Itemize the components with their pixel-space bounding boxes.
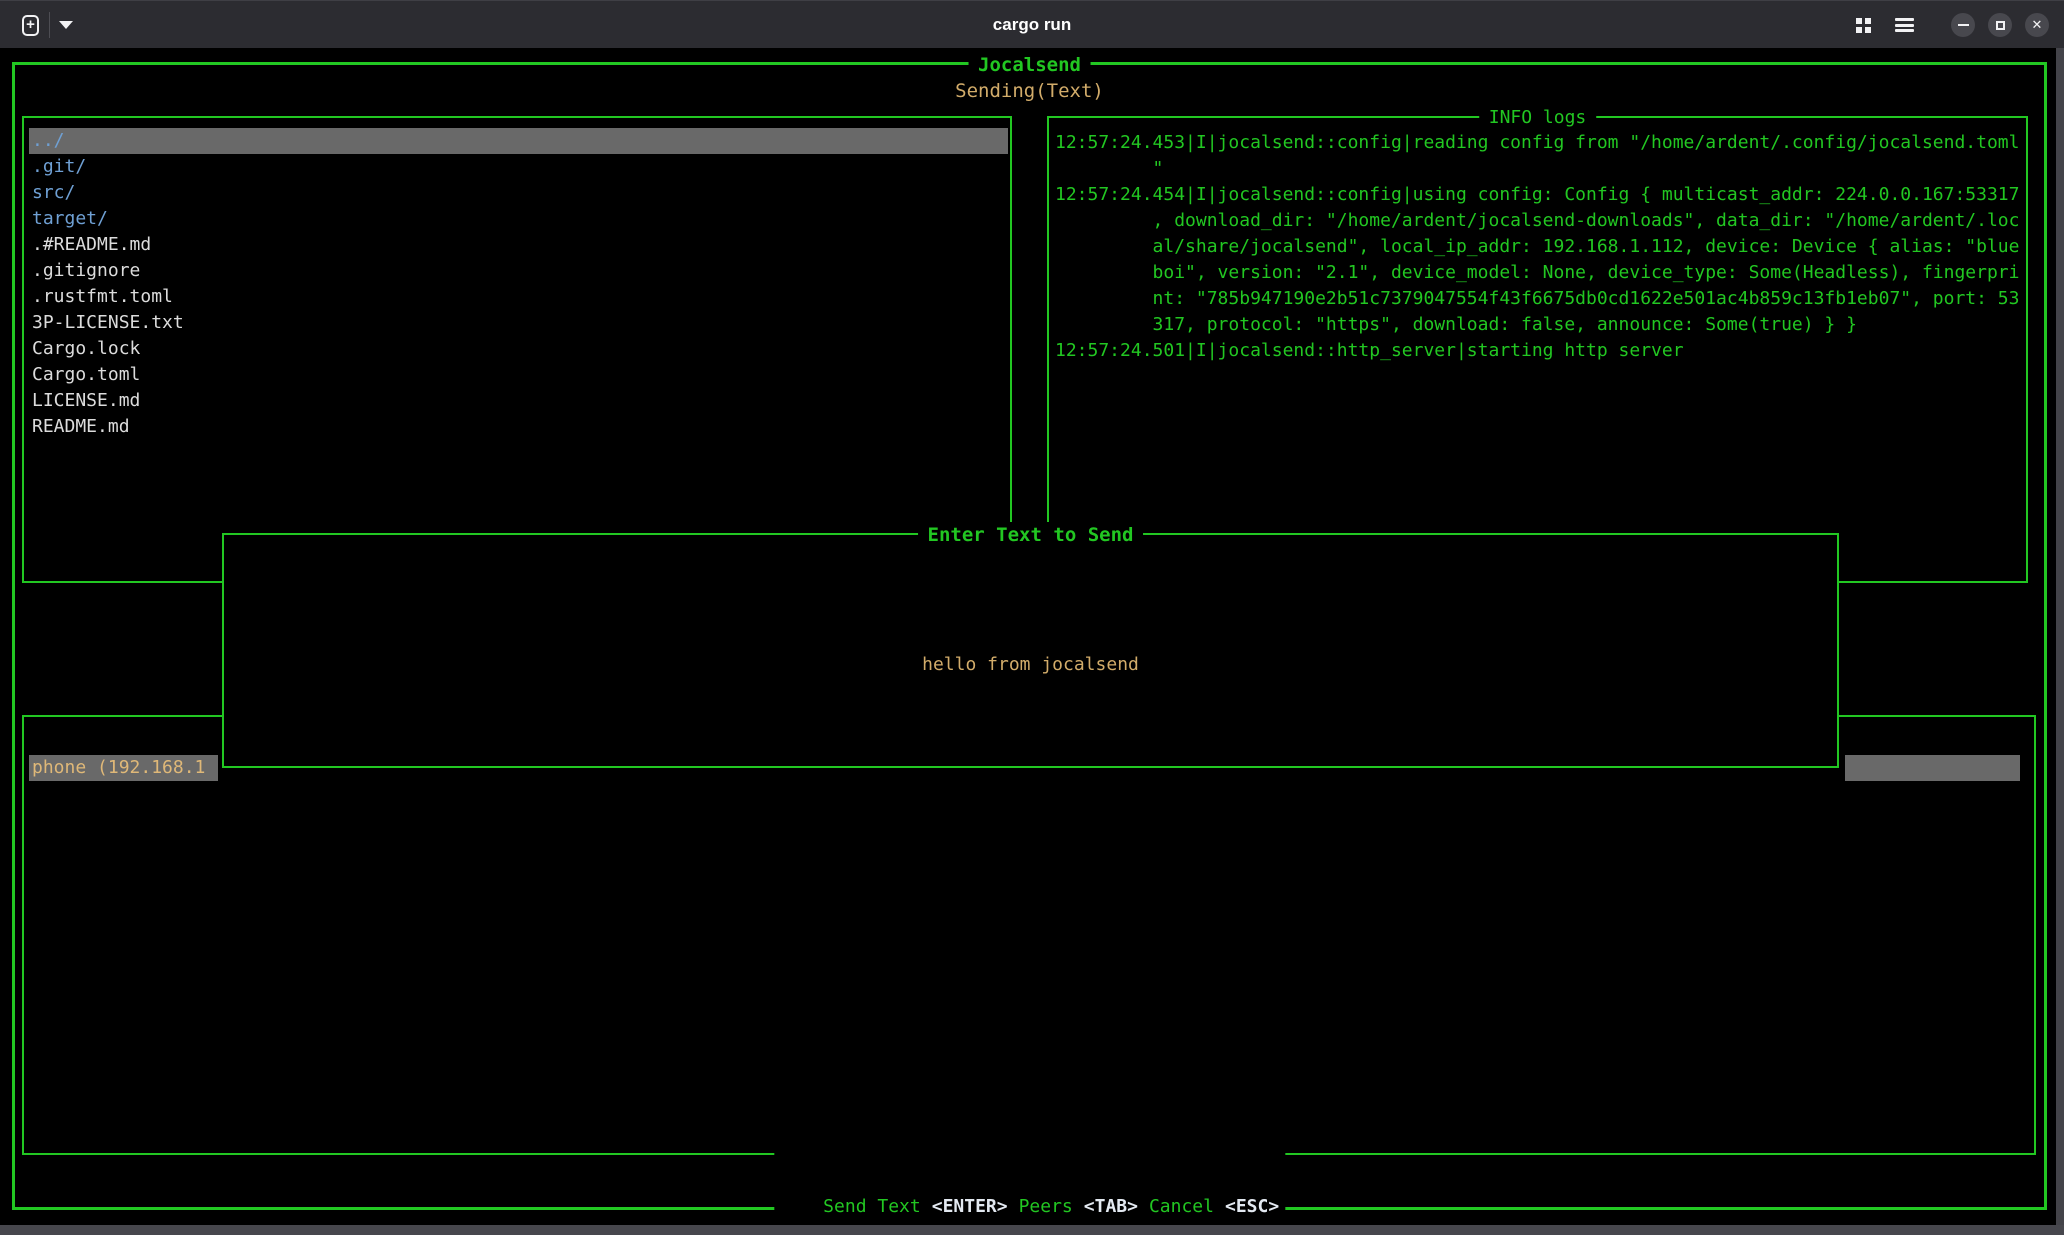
peers-panel: phone (192.168.1	[22, 715, 2036, 1155]
file-row[interactable]: .gitignore	[29, 258, 1008, 284]
titlebar: + cargo run ✕	[0, 0, 2064, 48]
log-line: 12:57:24.454|I|jocalsend::config|using c…	[1055, 182, 2024, 208]
file-row[interactable]: 3P-LICENSE.txt	[29, 310, 1008, 336]
log-line: , download_dir: "/home/ardent/jocalsend-…	[1055, 208, 2024, 234]
minimize-button[interactable]	[1951, 13, 1975, 37]
tiling-grid-icon[interactable]	[1856, 18, 1871, 33]
peer-row[interactable]: phone (192.168.1	[29, 755, 218, 781]
file-row[interactable]: Cargo.toml	[29, 362, 1008, 388]
info-logs-title: INFO logs	[1479, 105, 1597, 131]
window-controls: ✕	[1856, 1, 2049, 49]
log-lines: 12:57:24.453|I|jocalsend::config|reading…	[1055, 130, 2024, 364]
maximize-button[interactable]	[1988, 13, 2012, 37]
log-line: 317, protocol: "https", download: false,…	[1055, 312, 2024, 338]
app-status: Sending(Text)	[15, 78, 2044, 104]
log-line: nt: "785b947190e2b51c7379047554f43f6675d…	[1055, 286, 2024, 312]
text-input-modal[interactable]: Enter Text to Send hello from jocalsend	[222, 533, 1839, 768]
file-row[interactable]: .rustfmt.toml	[29, 284, 1008, 310]
file-row[interactable]: README.md	[29, 414, 1008, 440]
keybind-hint: Peers<TAB>	[1019, 1196, 1149, 1217]
file-row[interactable]: Cargo.lock	[29, 336, 1008, 362]
window-edge-bottom	[0, 1225, 2064, 1235]
terminal-window: + cargo run ✕ Jocalsend Sending(Text)	[0, 0, 2064, 1235]
window-title: cargo run	[0, 1, 2064, 49]
info-logs-panel: INFO logs 12:57:24.453|I|jocalsend::conf…	[1047, 116, 2028, 583]
keybind-hint: Cancel<ESC>	[1149, 1196, 1279, 1217]
log-line: 12:57:24.501|I|jocalsend::http_server|st…	[1055, 338, 2024, 364]
app-title: Jocalsend	[968, 52, 1091, 78]
log-line: al/share/jocalsend", local_ip_addr: 192.…	[1055, 234, 2024, 260]
log-line: "	[1055, 156, 2024, 182]
log-line: 12:57:24.453|I|jocalsend::config|reading…	[1055, 130, 2024, 156]
text-input-value[interactable]: hello from jocalsend	[224, 652, 1837, 678]
maximize-icon	[1996, 21, 2005, 30]
file-row[interactable]: target/	[29, 206, 1008, 232]
hamburger-menu-icon[interactable]	[1895, 18, 1914, 32]
file-row[interactable]: .#README.md	[29, 232, 1008, 258]
minimize-icon	[1958, 24, 1969, 26]
file-row[interactable]: LICENSE.md	[29, 388, 1008, 414]
close-icon: ✕	[2032, 19, 2043, 32]
window-edge-right	[2056, 48, 2064, 1235]
modal-title: Enter Text to Send	[918, 522, 1144, 548]
keybind-bar: Send Text<ENTER>Peers<TAB>Cancel<ESC>	[774, 1142, 1285, 1220]
keybind-hint: Send Text<ENTER>	[823, 1196, 1018, 1217]
file-browser-panel: ../.git/src/target/.#README.md.gitignore…	[22, 116, 1012, 583]
file-row[interactable]: .git/	[29, 154, 1008, 180]
file-row[interactable]: src/	[29, 180, 1008, 206]
app-frame: Jocalsend Sending(Text) ../.git/src/targ…	[12, 62, 2047, 1210]
file-row[interactable]: ../	[29, 128, 1008, 154]
log-line: boi", version: "2.1", device_model: None…	[1055, 260, 2024, 286]
file-list: ../.git/src/target/.#README.md.gitignore…	[29, 128, 1008, 440]
close-button[interactable]: ✕	[2025, 13, 2049, 37]
peer-row-highlight-right[interactable]	[1845, 755, 2020, 781]
